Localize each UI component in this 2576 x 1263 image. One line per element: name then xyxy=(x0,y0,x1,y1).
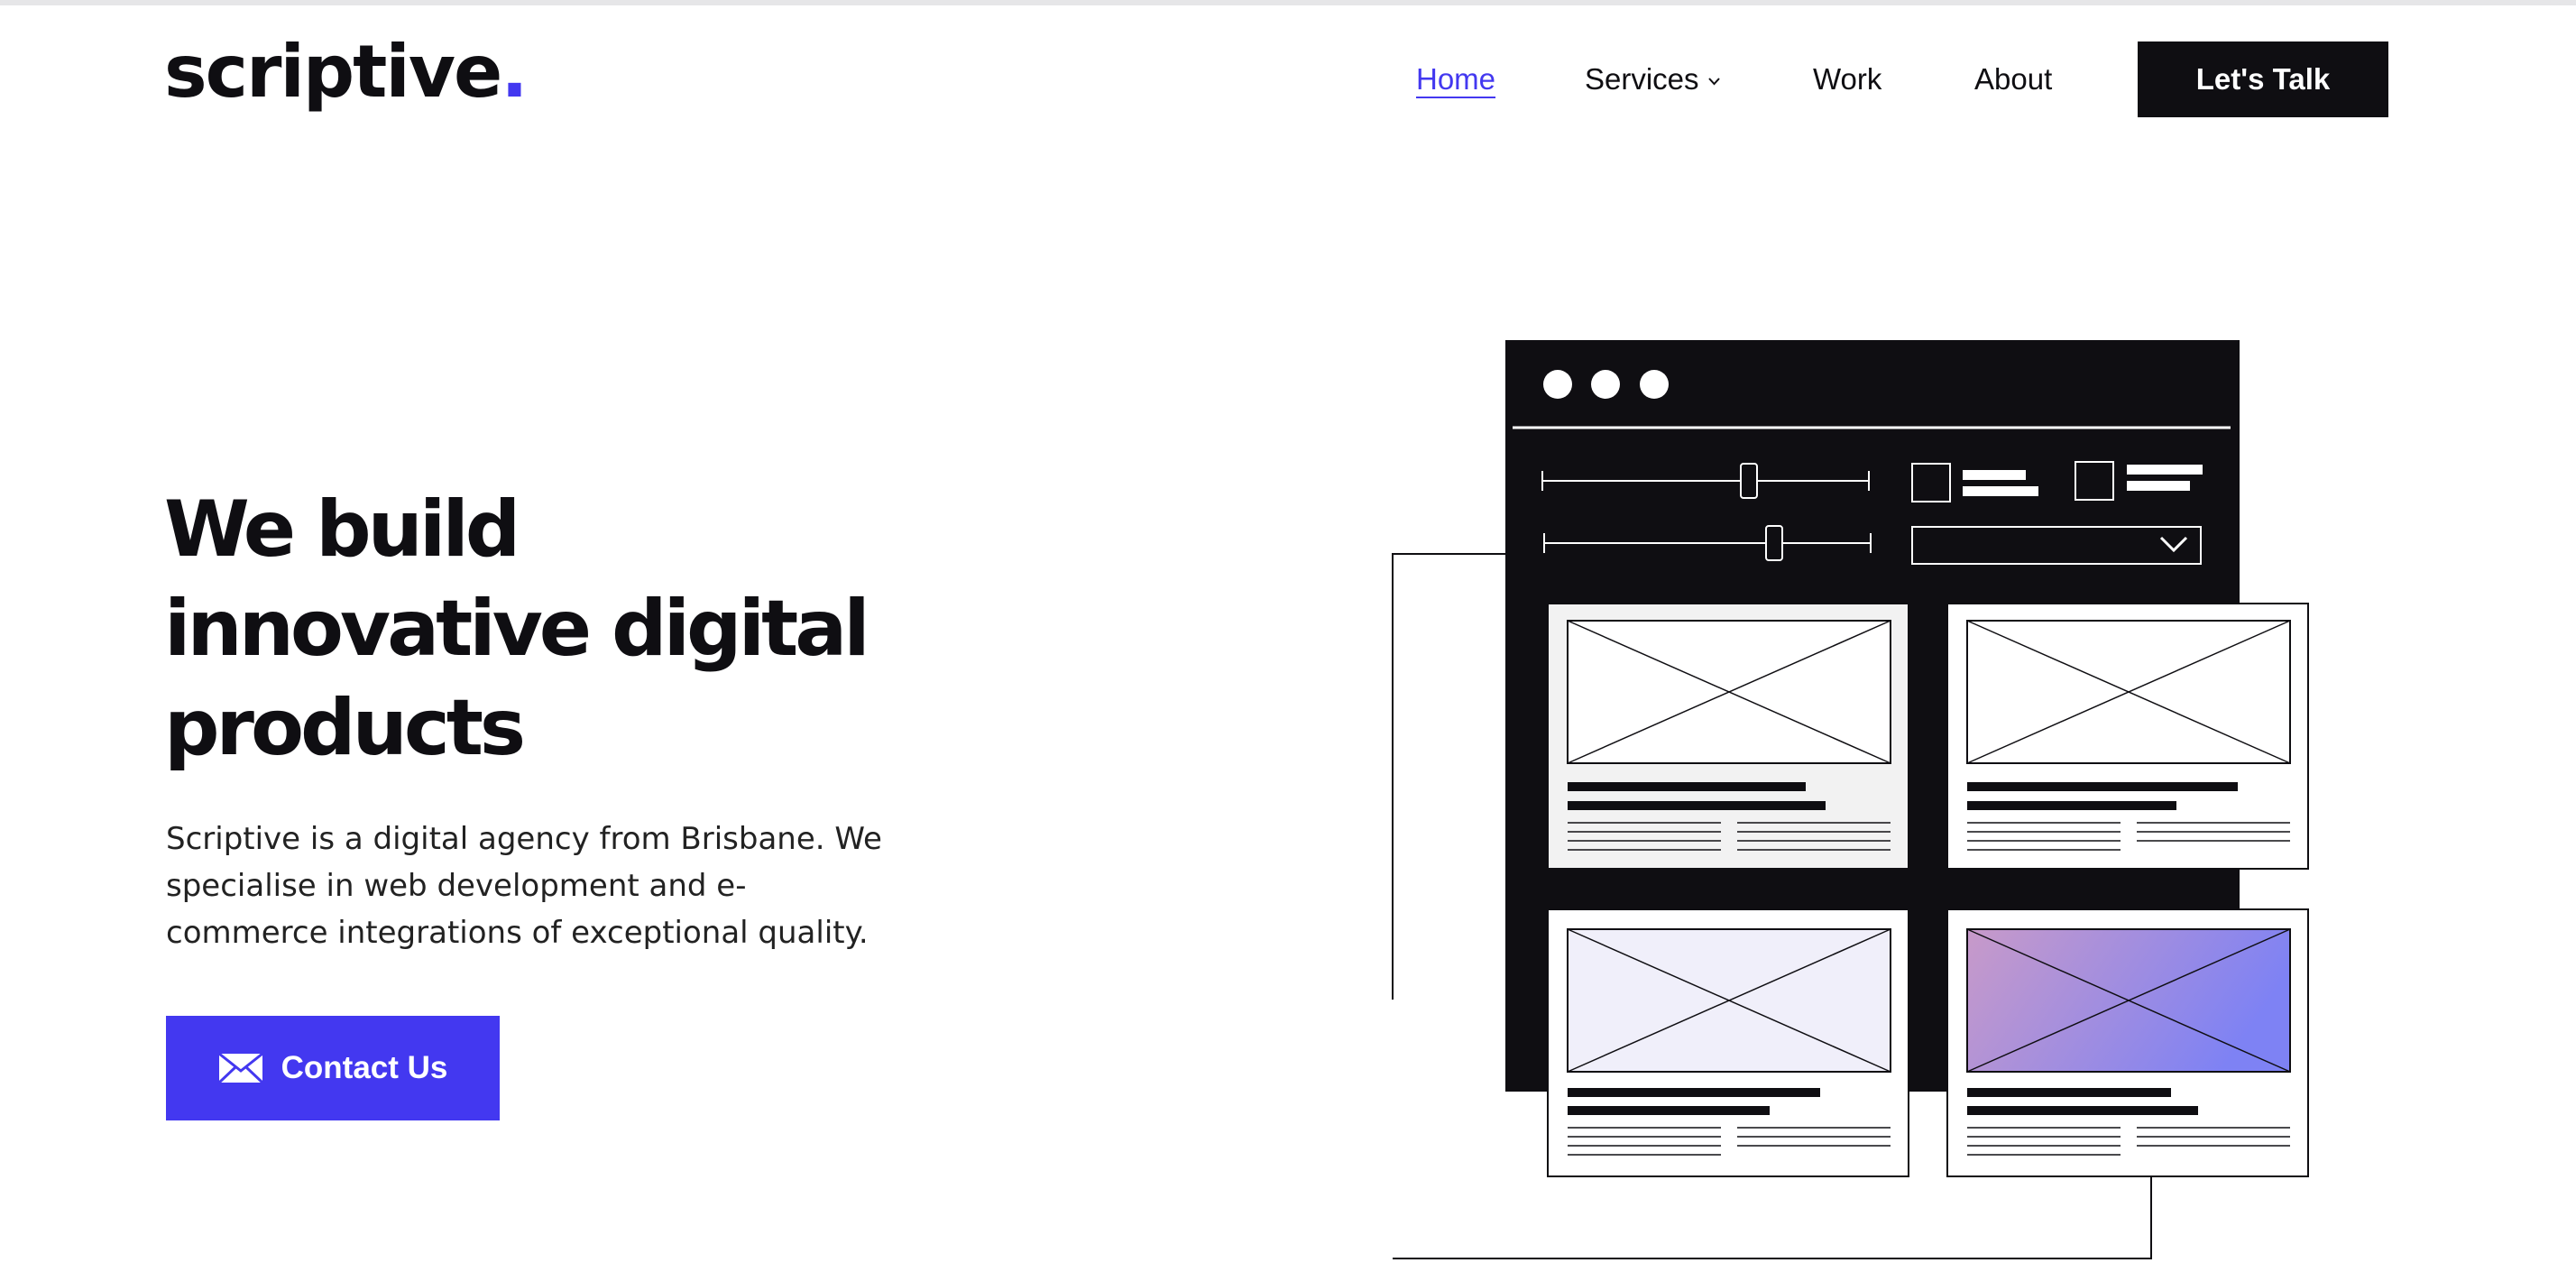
hero-title-line-2: innovative digital xyxy=(164,584,870,674)
connector-line-bottom xyxy=(1393,1176,2152,1259)
hero-description: Scriptive is a digital agency from Brisb… xyxy=(166,821,882,951)
nav-home[interactable]: Home xyxy=(1416,60,1495,99)
logo-dot: . xyxy=(501,30,528,114)
logo[interactable]: scriptive. xyxy=(164,36,529,108)
hero-title-line-1: We build xyxy=(164,484,520,575)
card-4 xyxy=(1946,908,2309,1177)
card-2 xyxy=(1946,603,2309,870)
chevron-down-icon xyxy=(1707,78,1720,86)
contact-us-label: Contact Us xyxy=(281,1050,448,1085)
mail-icon xyxy=(217,1053,263,1083)
hero-title-line-3: products xyxy=(164,683,526,773)
hero-illustration xyxy=(1392,340,2309,1259)
card-3 xyxy=(1547,908,1909,1177)
logo-text: scriptive xyxy=(164,30,502,114)
card-1 xyxy=(1547,603,1909,870)
nav-work[interactable]: Work xyxy=(1813,60,1881,99)
nav-services[interactable]: Services xyxy=(1585,60,1720,99)
nav-about[interactable]: About xyxy=(1974,60,2052,99)
nav-services-label: Services xyxy=(1585,62,1699,96)
top-border xyxy=(0,0,2576,5)
connector-line-left xyxy=(1392,553,1505,1000)
hero-title: We build innovative digital products xyxy=(164,480,976,778)
window-dots xyxy=(1543,370,1669,399)
lets-talk-button[interactable]: Let's Talk xyxy=(2138,41,2388,117)
contact-us-button[interactable]: Contact Us xyxy=(166,1016,500,1120)
